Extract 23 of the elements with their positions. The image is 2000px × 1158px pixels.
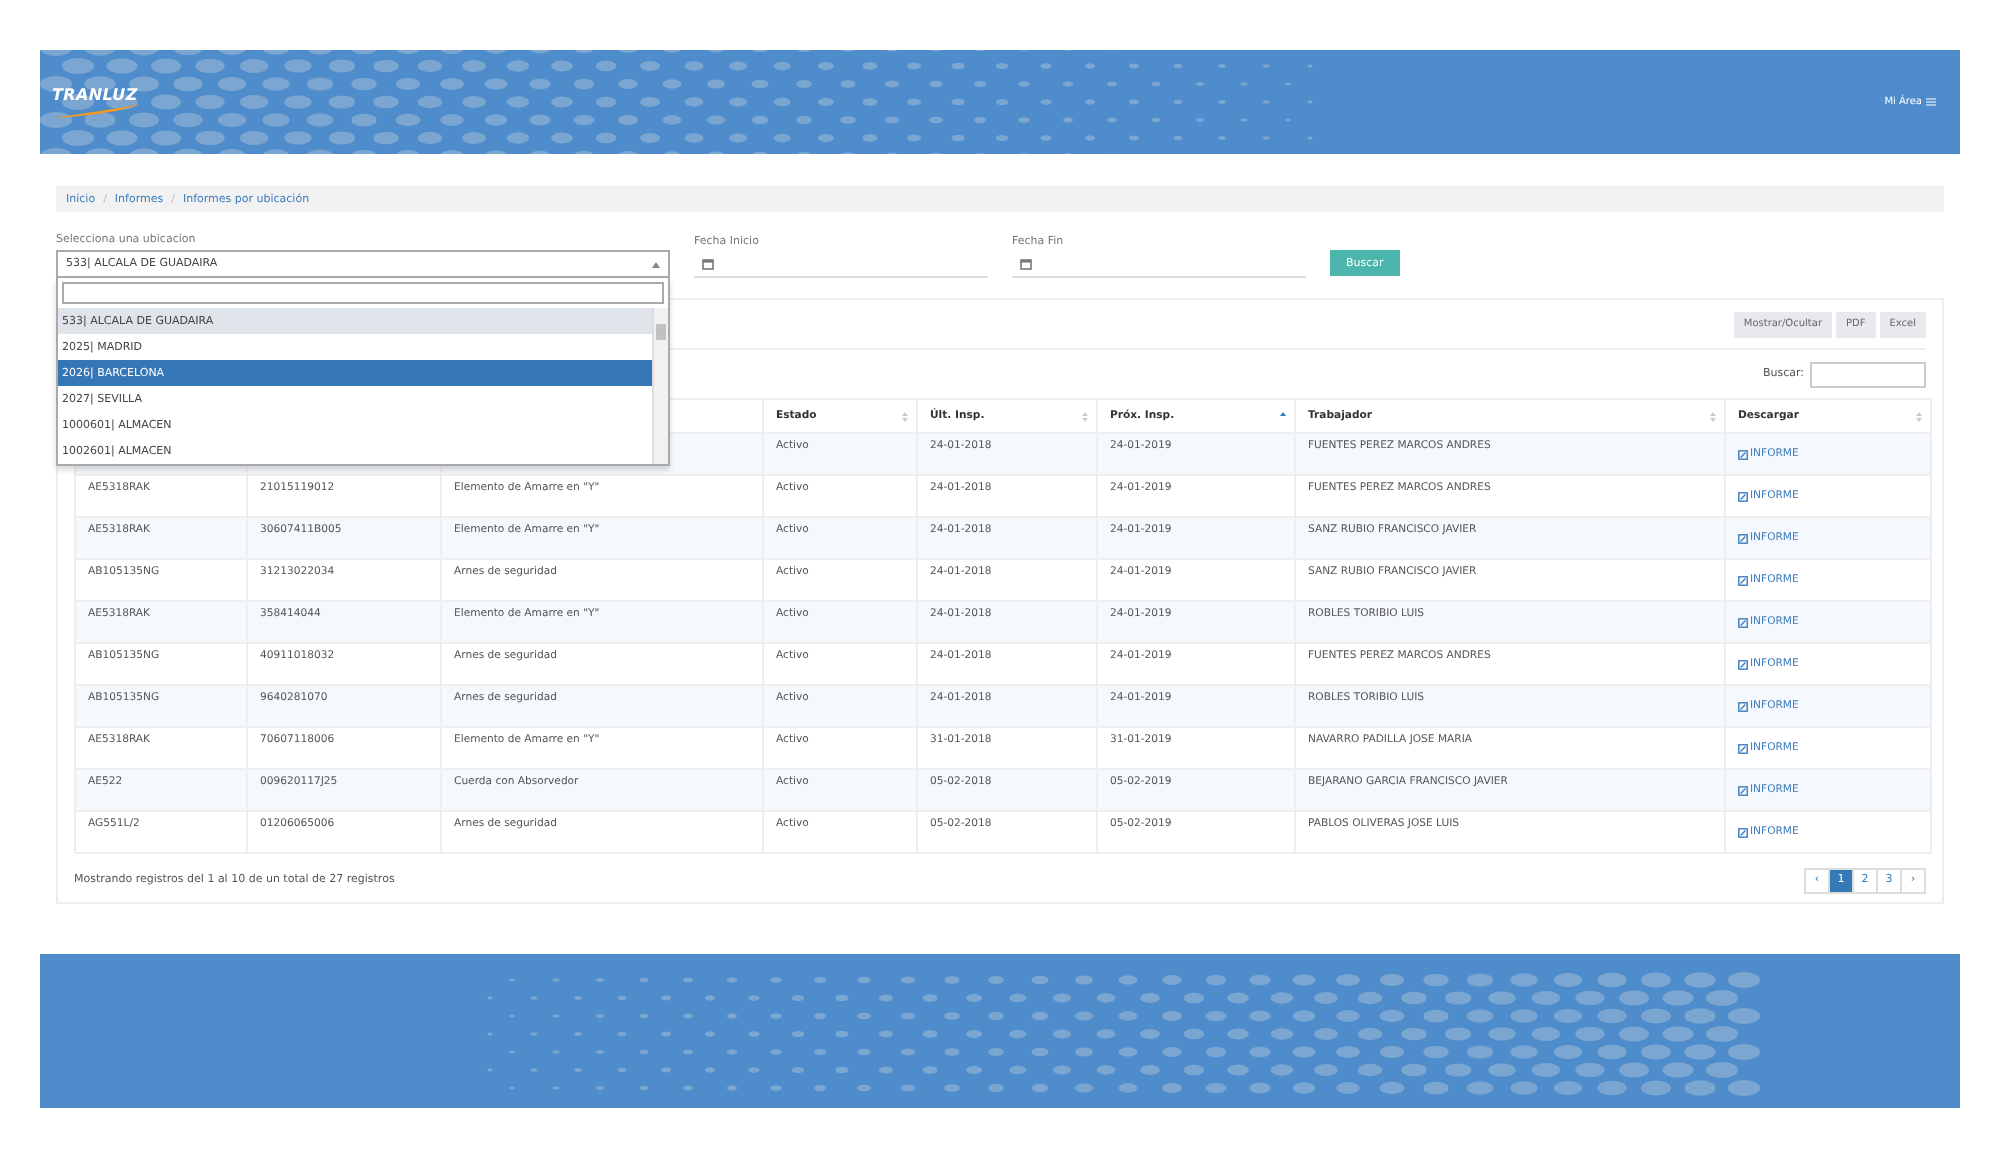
edit-icon (1738, 827, 1748, 837)
logo-text: TRANLUZ (52, 86, 138, 104)
calendar-icon (702, 258, 714, 270)
swoosh-icon (52, 104, 140, 118)
edit-icon (1738, 701, 1748, 711)
edit-icon (1738, 449, 1748, 459)
edit-icon (1738, 491, 1748, 501)
edit-icon (1738, 659, 1748, 669)
scrollbar[interactable] (652, 308, 668, 464)
calendar-icon (1020, 258, 1032, 270)
edit-icon (1738, 743, 1748, 753)
edit-icon (1738, 575, 1748, 585)
sort-icon (1710, 412, 1716, 422)
caret-icon (652, 261, 660, 267)
edit-icon (1738, 785, 1748, 795)
sort-icon (1916, 412, 1922, 422)
sort-icon (1082, 412, 1088, 422)
dropdown-search-field[interactable] (62, 282, 664, 304)
search-field[interactable] (1810, 361, 1926, 387)
edit-icon (1738, 617, 1748, 627)
menu-icon (1926, 98, 1936, 106)
edit-icon (1738, 533, 1748, 543)
sort-icon (902, 412, 908, 422)
